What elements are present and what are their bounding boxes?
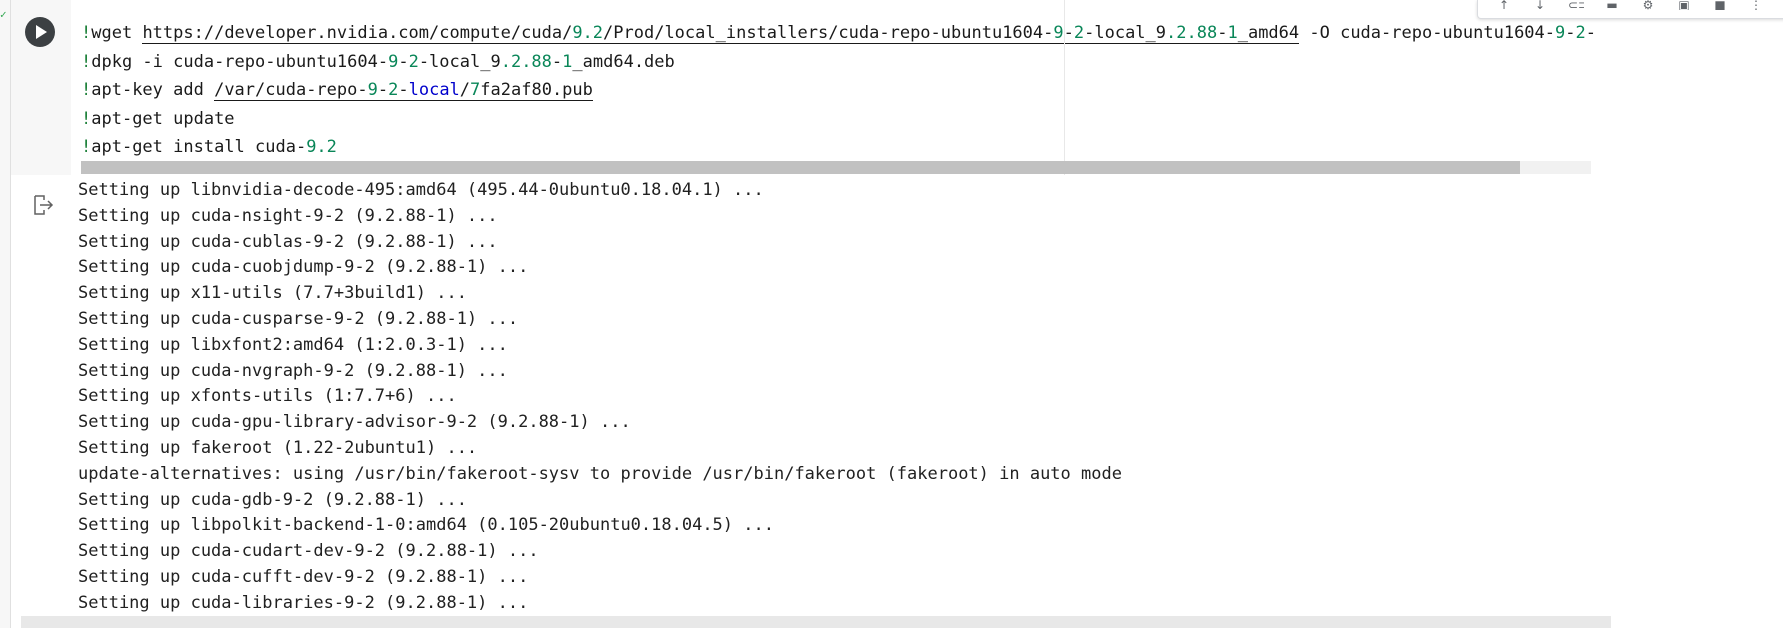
code-token: - (1063, 23, 1074, 44)
play-icon (36, 25, 47, 39)
output-lines: Setting up libnvidia-decode-495:amd64 (4… (78, 178, 1122, 617)
code-token: 9 (1053, 23, 1064, 44)
output-line: Setting up cuda-cudart-dev-9-2 (9.2.88-1… (78, 541, 539, 562)
code-token: apt-get install cuda- (91, 137, 307, 157)
code-token: 2 (1575, 23, 1586, 43)
output-line: update-alternatives: using /usr/bin/fake… (78, 463, 1122, 484)
output-line: Setting up cuda-libraries-9-2 (9.2.88-1)… (78, 592, 529, 613)
scrollbar-thumb[interactable] (81, 161, 1520, 174)
output-line: Setting up cuda-gpu-library-advisor-9-2 … (78, 412, 631, 433)
code-token: -O cuda-repo-ubuntu1604- (1299, 23, 1556, 43)
code-token: / (459, 80, 471, 101)
code-token: -local_ (1084, 23, 1156, 44)
comment-icon[interactable]: ▬ (1604, 0, 1620, 10)
code-token: - (398, 80, 409, 101)
code-token: 2 (1073, 23, 1085, 44)
code-token: - (1585, 23, 1597, 43)
code-token: _amd64 (1237, 23, 1300, 44)
code-line[interactable]: !dpkg -i cuda-repo-ubuntu1604-9-2-local_… (81, 48, 1596, 77)
code-token: ! (81, 137, 92, 157)
code-token: -local_ (418, 51, 491, 72)
code-token: 2 (408, 51, 419, 72)
code-token: _amd64.deb (572, 51, 675, 72)
code-lines: !wget https://developer.nvidia.com/compu… (81, 19, 1596, 162)
code-token: 1 (1227, 23, 1238, 44)
code-token: ! (81, 80, 92, 100)
link-icon[interactable]: ⊂⊃ (1568, 0, 1584, 10)
output-line: Setting up cuda-gdb-9-2 (9.2.88-1) ... (78, 489, 467, 510)
output-line: Setting up x11-utils (7.7+3build1) ... (78, 283, 467, 304)
output-line: Setting up cuda-nvgraph-9-2 (9.2.88-1) .… (78, 360, 508, 381)
output-line: Setting up cuda-cuobjdump-9-2 (9.2.88-1)… (78, 257, 529, 278)
code-token: /var/cuda-repo- (214, 80, 368, 101)
code-token: local (408, 80, 460, 101)
code-line[interactable]: !apt-key add /var/cuda-repo-9-2-local/7f… (81, 76, 1596, 105)
more-icon[interactable]: ⋮ (1748, 0, 1764, 10)
cell-input-area: !wget https://developer.nvidia.com/compu… (11, 0, 1783, 176)
output-line: Setting up fakeroot (1.22-2ubuntu1) ... (78, 437, 478, 458)
output-line: Setting up cuda-cufft-dev-9-2 (9.2.88-1)… (78, 566, 529, 587)
code-token: wget (91, 23, 143, 43)
code-token: ! (81, 108, 92, 129)
code-token: - (1217, 23, 1228, 44)
code-token: 9 (1555, 23, 1566, 43)
code-line[interactable]: !apt-get update (81, 105, 1596, 134)
code-token: ! (81, 23, 92, 43)
output-line: Setting up xfonts-utils (1:7.7+6) ... (78, 386, 457, 407)
code-editor[interactable]: !wget https://developer.nvidia.com/compu… (71, 0, 1783, 175)
code-token: dpkg -i cuda-repo-ubuntu1604- (91, 51, 389, 72)
code-cell: !wget https://developer.nvidia.com/compu… (10, 0, 1783, 628)
code-token: 7 (470, 80, 481, 101)
code-token: ! (81, 51, 92, 72)
code-token: - (398, 51, 409, 72)
output-horizontal-scrollbar[interactable] (21, 616, 1611, 628)
code-token: fa2af80.pub (480, 80, 593, 101)
code-token: 1 (562, 51, 573, 72)
arrow-down-icon[interactable]: ↓ (1532, 0, 1548, 10)
code-token: 9 (490, 51, 501, 72)
code-token: .2.88 (500, 51, 552, 72)
code-token: .2.88 (1166, 23, 1218, 44)
code-token: 9.2 (572, 23, 604, 44)
output-line: Setting up cuda-cusparse-9-2 (9.2.88-1) … (78, 308, 519, 329)
code-token: 9 (388, 51, 399, 72)
output-line: Setting up cuda-cublas-9-2 (9.2.88-1) ..… (78, 231, 498, 252)
code-line[interactable]: !apt-get install cuda-9.2 (81, 133, 1596, 162)
code-token: - (551, 51, 563, 72)
delete-icon[interactable]: ■ (1712, 0, 1728, 10)
code-line[interactable]: !wget https://developer.nvidia.com/compu… (81, 19, 1596, 48)
output-redirect-icon[interactable] (31, 193, 55, 217)
editor-horizontal-scrollbar[interactable] (81, 161, 1591, 174)
code-token: 9 (367, 80, 378, 101)
code-token: /Prod/local_installers/cuda-repo-ubuntu1… (603, 23, 1054, 44)
mirror-cell-icon[interactable]: ▣ (1676, 0, 1692, 10)
code-token: 9 (1155, 23, 1167, 44)
output-line: Setting up libpolkit-backend-1-0:amd64 (… (78, 515, 774, 536)
output-line: Setting up cuda-nsight-9-2 (9.2.88-1) ..… (78, 205, 498, 226)
code-token: 9.2 (306, 137, 337, 157)
code-token: - (1565, 23, 1576, 43)
cell-toolbar: ↑ ↓ ⊂⊃ ▬ ⚙ ▣ ■ ⋮ (1477, 0, 1783, 19)
run-cell-button[interactable] (25, 17, 55, 47)
code-token: - (377, 80, 389, 101)
code-token: 2 (388, 80, 399, 101)
output-line: Setting up libxfont2:amd64 (1:2.0.3-1) .… (78, 334, 508, 355)
code-token: apt-key add (91, 80, 215, 100)
left-gutter (0, 0, 10, 628)
editor-ruler (1064, 0, 1065, 175)
code-token: apt-get update (91, 108, 235, 129)
check-mark-icon: ✓ (0, 8, 7, 21)
cell-output-area: Setting up libnvidia-decode-495:amd64 (4… (11, 175, 1783, 615)
gear-icon[interactable]: ⚙ (1640, 0, 1656, 10)
arrow-up-icon[interactable]: ↑ (1496, 0, 1512, 10)
code-token: https://developer.nvidia.com/compute/cud… (142, 23, 573, 44)
output-line: Setting up libnvidia-decode-495:amd64 (4… (78, 180, 764, 200)
